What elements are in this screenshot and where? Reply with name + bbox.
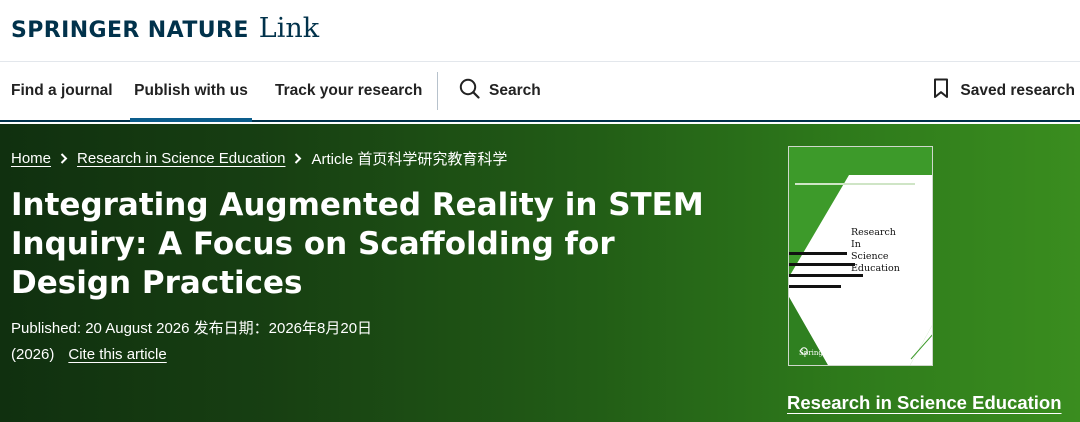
cover-header-strip <box>789 147 932 161</box>
nav-find-journal-label: Find a journal <box>11 82 113 99</box>
article-title: Integrating Augmented Reality in STEM In… <box>11 187 704 301</box>
chevron-right-icon <box>60 153 68 164</box>
main-nav: Find a journal Publish with us Track you… <box>0 62 1080 122</box>
nav-publish-label: Publish with us <box>134 82 248 99</box>
bookmark-icon <box>933 78 949 104</box>
nav-track-research[interactable]: Track your research <box>275 62 422 120</box>
saved-research-button[interactable]: Saved research <box>933 62 1075 120</box>
cover-title-line: Education <box>851 263 900 274</box>
brand-bar: SPRINGER NATURE Link <box>0 0 1080 62</box>
nav-track-label: Track your research <box>275 82 423 99</box>
chevron-right-icon <box>294 153 302 164</box>
cover-publisher: Springer <box>799 349 831 357</box>
journal-cover-image[interactable]: Research In Science Education Springer <box>788 146 933 366</box>
published-date: Published: 20 August 2026 发布日期：2026年8月20… <box>11 320 373 337</box>
cover-title: Research In Science Education <box>851 227 900 275</box>
journal-title-link[interactable]: Research in Science Education <box>787 392 1062 414</box>
search-button[interactable]: Search <box>459 62 541 120</box>
brand-product: Link <box>258 13 320 44</box>
article-hero: Home Research in Science Education Artic… <box>0 124 1080 422</box>
nav-publish-with-us[interactable]: Publish with us <box>130 62 252 122</box>
brand-name: SPRINGER NATURE <box>11 18 249 43</box>
citation-line: (2026) Cite this article <box>11 346 167 363</box>
cover-title-line: Research <box>851 227 896 238</box>
nav-find-journal[interactable]: Find a journal <box>11 62 113 120</box>
breadcrumb-current: Article 首页科学研究教育科学 <box>311 151 508 168</box>
cover-title-line: Science <box>851 251 889 262</box>
breadcrumb-home[interactable]: Home <box>11 150 51 167</box>
springer-nature-link-logo[interactable]: SPRINGER NATURE Link <box>11 13 319 44</box>
article-year: (2026) <box>11 346 55 363</box>
saved-research-label: Saved research <box>960 82 1075 99</box>
nav-divider <box>437 72 438 110</box>
cite-this-article-link[interactable]: Cite this article <box>68 346 166 363</box>
breadcrumb-journal[interactable]: Research in Science Education <box>77 150 285 167</box>
search-icon <box>459 78 480 104</box>
search-label: Search <box>489 82 541 99</box>
cover-title-line: In <box>851 239 861 250</box>
breadcrumb: Home Research in Science Education Artic… <box>11 148 507 169</box>
